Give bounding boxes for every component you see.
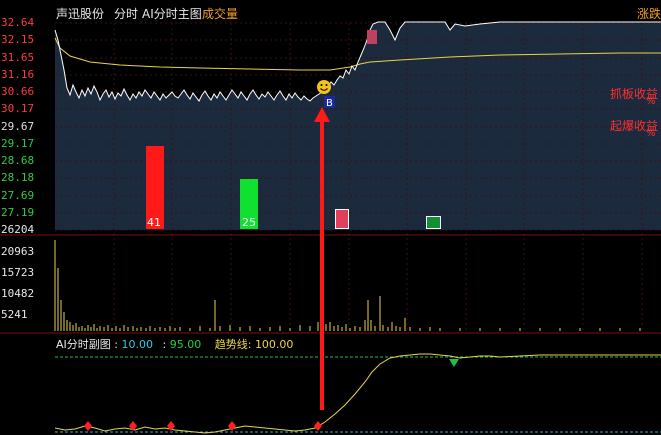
- price-area-fill: [55, 22, 661, 230]
- trend-line-value: 100.00: [254, 338, 294, 351]
- sub-panel-title[interactable]: AI分时副图: [56, 338, 111, 351]
- price-tick: 30.17: [1, 102, 35, 115]
- volume-tick: 15723: [1, 266, 35, 279]
- tab-intraday[interactable]: 分时: [114, 5, 138, 22]
- price-tick: 28.18: [1, 171, 35, 184]
- red-diamond-marker: [84, 421, 92, 431]
- price-tick: 29.17: [1, 137, 35, 150]
- small-green-bar-inner: [427, 217, 440, 228]
- separator-text: :: [162, 338, 167, 351]
- sub-value-2: 95.00: [169, 338, 202, 351]
- price-tick: 27.19: [1, 206, 35, 219]
- tab-ai-main-chart[interactable]: AI分时主图: [142, 5, 202, 22]
- price-tick: 29.67: [1, 120, 35, 133]
- volume-tick: 5241: [1, 308, 28, 321]
- price-tick: 31.16: [1, 68, 35, 81]
- price-tick: 32.64: [1, 16, 35, 29]
- red-diamond-marker: [314, 421, 322, 431]
- change-label: 涨跌: [637, 7, 661, 21]
- sub-panel-red-markers: [84, 421, 322, 431]
- smile-icon: [317, 80, 331, 94]
- chart-window[interactable]: 41 25 B 声迅股份 分时 AI分时主图 成交量 涨跌 32.64 32.1…: [0, 0, 661, 435]
- stock-name[interactable]: 声迅股份: [56, 5, 104, 22]
- buy-signal-letter: B: [326, 98, 333, 109]
- small-pink-bar-inner: [336, 210, 348, 228]
- intraday-chart-canvas[interactable]: 41 25 B: [0, 0, 661, 435]
- price-tick: 28.68: [1, 154, 35, 167]
- red-bar-value: 41: [147, 216, 161, 229]
- ai-sub-indicator-line: [54, 353, 661, 434]
- price-tick: 31.65: [1, 51, 35, 64]
- green-down-arrow-marker: [449, 359, 459, 367]
- separator-text: :: [247, 338, 252, 351]
- price-tick: 30.66: [1, 85, 35, 98]
- separator-text: :: [114, 338, 118, 351]
- green-bar-value: 25: [242, 216, 256, 229]
- volume-bars: [54, 240, 641, 331]
- volume-tick: 26204: [1, 223, 35, 236]
- sub-value-1: 10.00: [121, 338, 154, 351]
- price-tick: 27.69: [1, 189, 35, 202]
- limit-up-return-unit: %: [646, 96, 656, 107]
- price-tick: 32.15: [1, 33, 35, 46]
- trend-line-label: 趋势线: [214, 338, 248, 351]
- pink-signal-marker: [367, 30, 377, 44]
- volume-tick: 20963: [1, 245, 35, 258]
- volume-tick: 10482: [1, 287, 35, 300]
- header-bar: 声迅股份 分时 AI分时主图 成交量 涨跌: [0, 0, 661, 24]
- sub-panel-header: AI分时副图 : 10.00 : 95.00 趋势线: 100.00: [56, 336, 293, 352]
- tab-volume[interactable]: 成交量: [202, 5, 238, 22]
- breakout-return-unit: %: [646, 128, 656, 139]
